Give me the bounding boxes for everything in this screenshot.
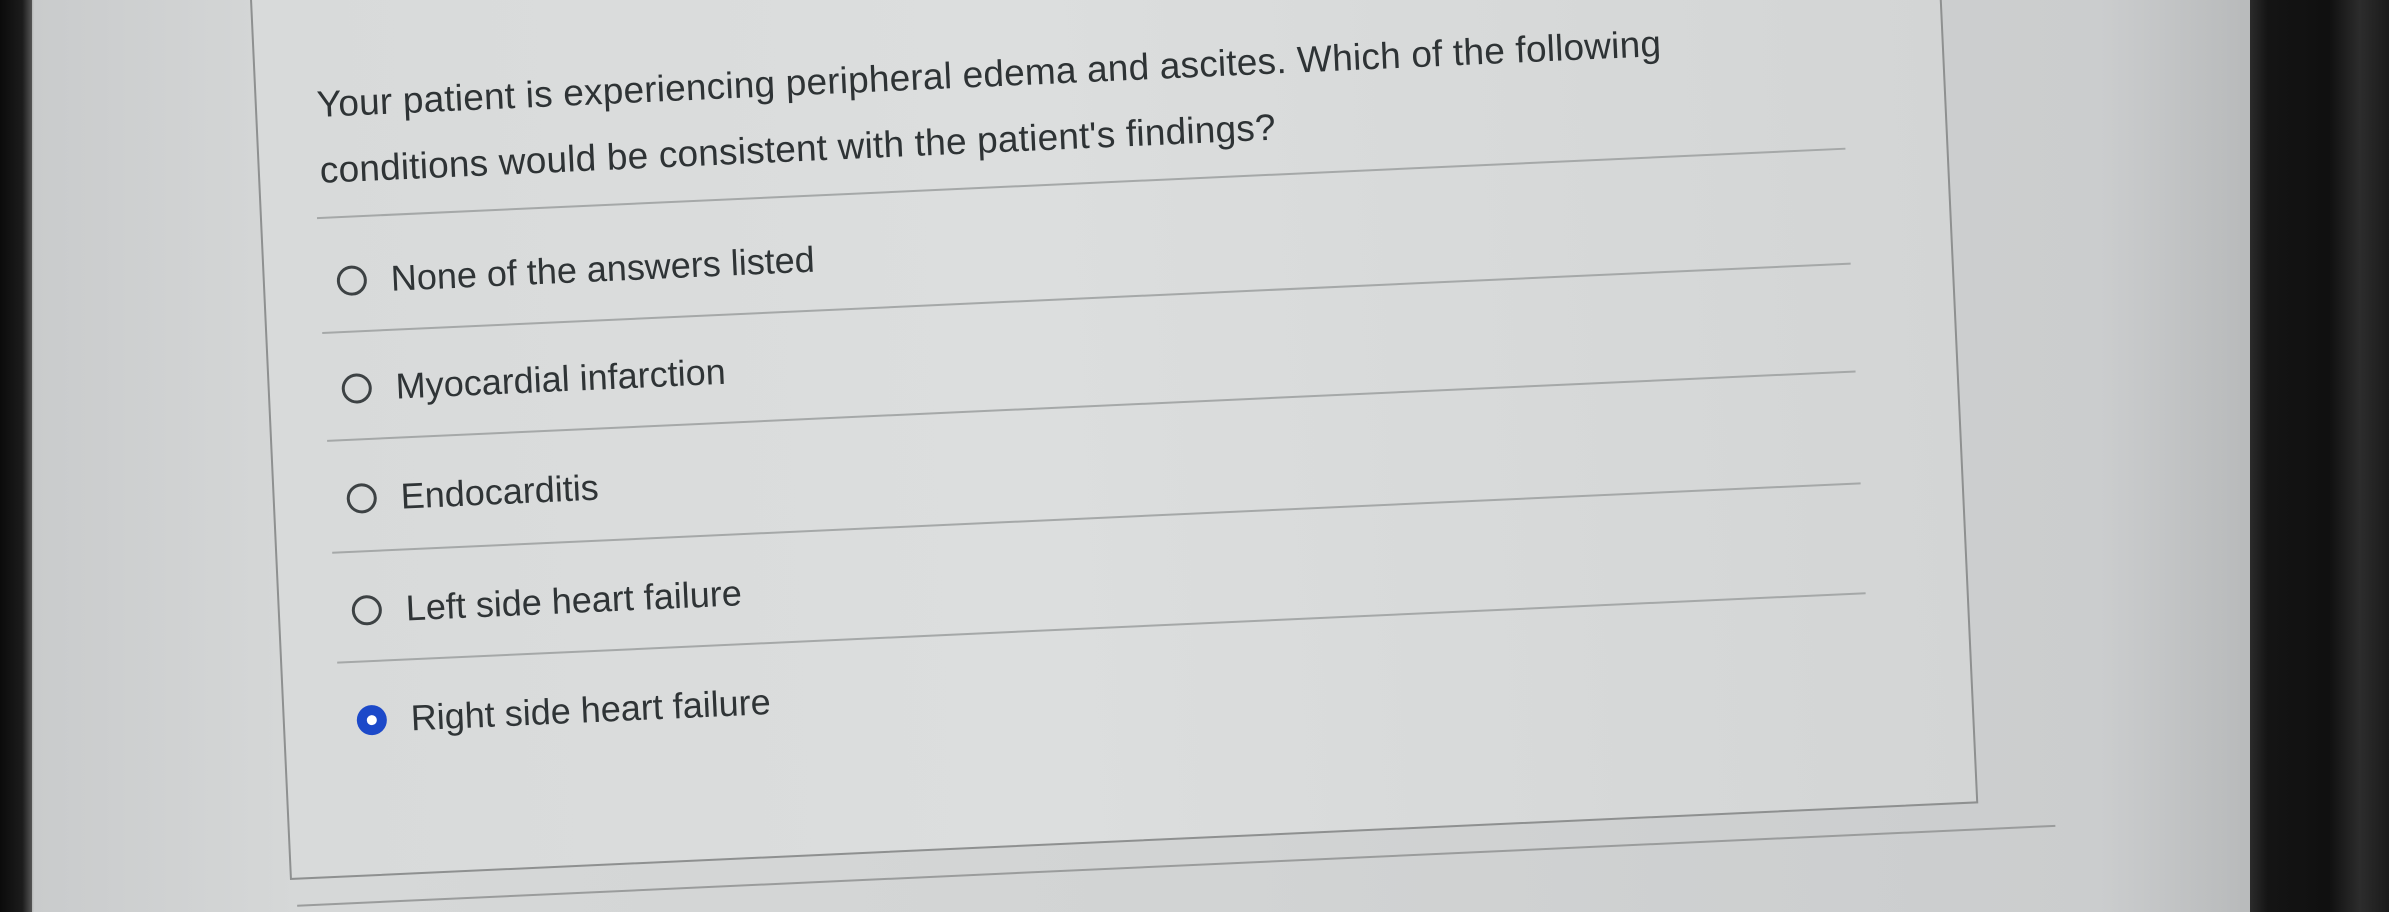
answer-label: Myocardial infarction <box>394 350 727 407</box>
quiz-view: Your patient is experiencing peripheral … <box>0 0 2388 912</box>
answer-option-left-heart-failure[interactable]: Left side heart failure <box>350 563 743 641</box>
question-line-2: conditions would be consistent with the … <box>318 106 1277 191</box>
question-card: Your patient is experiencing peripheral … <box>247 0 1979 881</box>
question-text: Your patient is experiencing peripheral … <box>315 3 1849 204</box>
photo-scene: Your patient is experiencing peripheral … <box>0 0 2389 912</box>
answer-option-right-heart-failure[interactable]: Right side heart failure <box>355 672 772 751</box>
radio-selected-icon[interactable] <box>356 704 388 736</box>
screen-bezel-edge <box>2330 0 2389 912</box>
question-line-1: Your patient is experiencing peripheral … <box>315 22 1662 125</box>
answer-label: Right side heart failure <box>409 681 772 739</box>
answer-label: Left side heart failure <box>404 572 743 629</box>
screen-bezel-left <box>0 0 32 912</box>
answer-option-endocarditis[interactable]: Endocarditis <box>345 458 600 529</box>
answer-label: None of the answers listed <box>389 238 816 299</box>
radio-unselected-icon[interactable] <box>336 264 368 297</box>
radio-unselected-icon[interactable] <box>341 372 373 405</box>
radio-unselected-icon[interactable] <box>351 594 383 626</box>
answer-label: Endocarditis <box>399 466 600 517</box>
answer-option-myocardial-infarction[interactable]: Myocardial infarction <box>340 342 726 419</box>
radio-unselected-icon[interactable] <box>346 482 378 515</box>
answer-option-none[interactable]: None of the answers listed <box>336 230 816 312</box>
